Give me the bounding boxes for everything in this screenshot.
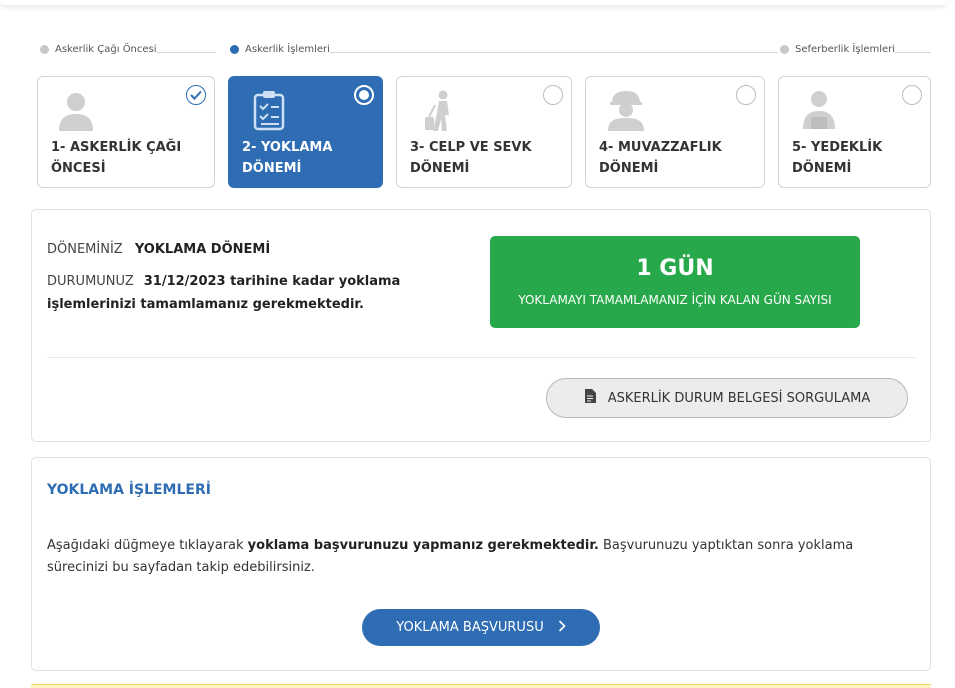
step-card-yoklama-donemi[interactable]: 2- YOKLAMA DÖNEMİ: [228, 76, 383, 188]
phase-progress: Askerlik Çağı Öncesi Askerlik İşlemleri …: [38, 44, 931, 60]
progress-line: [150, 52, 216, 53]
phase-seferberlik-islemleri: Seferberlik İşlemleri: [780, 44, 896, 55]
step-card-title: 5- YEDEKLİK DÖNEMİ: [792, 140, 883, 176]
person-silhouette-icon: [54, 89, 98, 133]
apply-button-label: YOKLAMA BAŞVURUSU: [396, 620, 544, 635]
document-icon: [584, 389, 596, 407]
status-panel: DÖNEMİNİZ YOKLAMA DÖNEMİ DURUMUNUZ 31/12/…: [31, 209, 931, 442]
step-card-title: 3- CELP VE SEVK DÖNEMİ: [410, 140, 532, 176]
period-row: DÖNEMİNİZ YOKLAMA DÖNEMİ: [47, 242, 270, 257]
step-card-muvazzaflik[interactable]: 4- MUVAZZAFLIK DÖNEMİ: [585, 76, 765, 188]
selected-radio-icon: [354, 85, 374, 105]
progress-line: [328, 52, 778, 53]
phase-dot: [780, 45, 789, 54]
period-value: YOKLAMA DÖNEMİ: [134, 242, 271, 257]
divider: [47, 357, 915, 358]
notice-bar-edge: [31, 684, 931, 688]
military-status-query-button[interactable]: ASKERLİK DURUM BELGESİ SORGULAMA: [546, 378, 908, 418]
chevron-right-icon: [558, 619, 566, 636]
step-card-askerlik-cagi-oncesi[interactable]: 1- ASKERLİK ÇAĞI ÖNCESİ: [37, 76, 215, 188]
unselected-radio-icon: [736, 85, 756, 105]
section-description: Aşağıdaki düğmeye tıklayarak yoklama baş…: [47, 538, 854, 575]
status-label: DURUMUNUZ: [47, 274, 134, 289]
unselected-radio-icon: [543, 85, 563, 105]
countdown-days: 1 GÜN: [636, 256, 714, 281]
query-button-label: ASKERLİK DURUM BELGESİ SORGULAMA: [607, 390, 871, 406]
yoklama-apply-button[interactable]: YOKLAMA BAŞVURUSU: [362, 609, 600, 646]
yoklama-panel: YOKLAMA İŞLEMLERİ Aşağıdaki düğmeye tıkl…: [31, 457, 931, 671]
section-title: YOKLAMA İŞLEMLERİ: [47, 482, 211, 498]
phase-label: Askerlik Çağı Öncesi: [55, 44, 157, 55]
step-card-title: 2- YOKLAMA DÖNEMİ: [242, 140, 333, 176]
countdown-caption: YOKLAMAYI TAMAMLAMANIZ İÇİN KALAN GÜN SA…: [518, 293, 832, 307]
step-card-yedeklik[interactable]: 5- YEDEKLİK DÖNEMİ: [778, 76, 931, 188]
progress-line: [893, 52, 931, 53]
countdown-box: 1 GÜN YOKLAMAYI TAMAMLAMANIZ İÇİN KALAN …: [490, 236, 860, 328]
phase-askerlik-islemleri: Askerlik İşlemleri: [230, 44, 330, 55]
unselected-radio-icon: [902, 85, 922, 105]
phase-dot: [40, 45, 49, 54]
phase-label: Seferberlik İşlemleri: [795, 44, 896, 55]
phase-dot: [230, 45, 239, 54]
soldier-helmet-icon: [604, 89, 648, 133]
clipboard-checklist-icon: [249, 89, 293, 133]
reservist-person-icon: [797, 89, 841, 133]
status-row: DURUMUNUZ 31/12/2023 tarihine kadar yokla…: [47, 270, 477, 316]
step-card-title: 4- MUVAZZAFLIK DÖNEMİ: [599, 140, 722, 176]
traveler-luggage-icon: [417, 89, 461, 133]
period-label: DÖNEMİNİZ: [47, 242, 123, 257]
check-icon: [186, 85, 206, 105]
phase-askerlik-cagi-oncesi: Askerlik Çağı Öncesi: [40, 44, 157, 55]
step-card-title: 1- ASKERLİK ÇAĞI ÖNCESİ: [51, 140, 182, 176]
step-card-celp-ve-sevk[interactable]: 3- CELP VE SEVK DÖNEMİ: [396, 76, 572, 188]
phase-label: Askerlik İşlemleri: [245, 44, 330, 55]
top-header-edge: [0, 0, 946, 5]
